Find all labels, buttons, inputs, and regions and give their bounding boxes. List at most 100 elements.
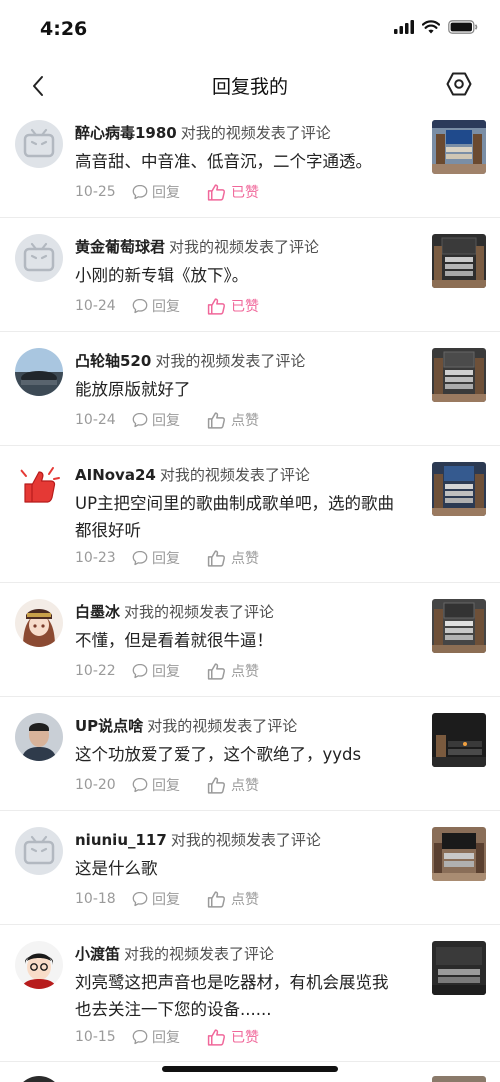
meta-row: 10-25 回复 已赞 (75, 181, 259, 203)
reply-button[interactable]: 回复 (132, 410, 207, 430)
date: 10-24 (75, 298, 116, 314)
tv-avatar-icon[interactable] (15, 234, 63, 282)
like-button[interactable]: 已赞 (207, 182, 259, 202)
video-thumbnail[interactable] (432, 827, 486, 881)
video-thumbnail[interactable] (432, 599, 486, 653)
reply-button[interactable]: 回复 (132, 661, 207, 681)
username[interactable]: AINova24 (75, 466, 156, 484)
comment-icon (132, 412, 148, 428)
reply-label: 回复 (152, 1030, 180, 1046)
list-item[interactable]: 白墨冰 对我的视频发表了评论 不懂，但是看着就很牛逼！ 10-22 回复 点赞 (0, 583, 500, 697)
thumbs-up-icon (207, 183, 226, 201)
list-item[interactable]: UP说点啥 对我的视频发表了评论 这个功放爱了爱了，这个歌绝了，yyds 10-2… (0, 697, 500, 811)
reply-button[interactable]: 回复 (132, 296, 207, 316)
list-item[interactable]: 醉心病毒1980 对我的视频发表了评论 高音甜、中音准、低音沉，二个字通透。 10… (0, 110, 500, 218)
video-thumbnail[interactable] (432, 713, 486, 767)
date: 10-20 (75, 777, 116, 793)
username[interactable]: UP说点啥 (75, 717, 143, 735)
username[interactable]: 醉心病毒1980 (75, 124, 177, 142)
reply-button[interactable]: 回复 (132, 775, 207, 795)
comment-icon (132, 184, 148, 200)
meta-row: 10-23 回复 点赞 (75, 547, 259, 569)
reply-label: 回复 (152, 664, 180, 680)
meta-row: 10-24 回复 点赞 (75, 409, 259, 431)
list-item[interactable]: AINova24 对我的视频发表了评论 UP主把空间里的歌曲制成歌单吧，选的歌曲 … (0, 446, 500, 583)
action-text: 对我的视频发表了评论 (159, 466, 310, 484)
cartoon-avatar[interactable] (15, 941, 63, 989)
like-label: 已赞 (231, 1030, 259, 1046)
meta-row: 10-20 回复 点赞 (75, 774, 259, 796)
status-bar: 4:26 (0, 0, 500, 60)
date: 10-22 (75, 663, 116, 679)
comment-icon (132, 891, 148, 907)
video-thumbnail[interactable] (432, 941, 486, 995)
home-indicator[interactable] (162, 1066, 338, 1072)
like-button[interactable]: 已赞 (207, 1027, 259, 1047)
video-thumbnail[interactable] (432, 120, 486, 174)
thumbs-up-icon (207, 890, 226, 908)
comment-text: 不懂，但是看着就很牛逼！ (75, 631, 273, 650)
photo-avatar[interactable] (15, 1076, 63, 1082)
list-item[interactable]: 黄金葡萄球君 对我的视频发表了评论 小刚的新专辑《放下》。 10-24 回复 已赞 (0, 218, 500, 332)
list-item[interactable]: 小渡笛 对我的视频发表了评论 刘亮鹭这把声音也是吃器材，有机会展览我 也去关注一下… (0, 925, 500, 1062)
like-label: 已赞 (231, 299, 259, 315)
reply-button[interactable]: 回复 (132, 1027, 207, 1047)
meta-row: 10-22 回复 点赞 (75, 660, 259, 682)
like-button[interactable]: 点赞 (207, 410, 259, 430)
comment-text: 能放原版就好了 (75, 380, 191, 399)
like-label: 点赞 (231, 664, 259, 680)
username[interactable]: 黄金葡萄球君 (75, 238, 165, 256)
comment-text: 高音甜、中音准、低音沉，二个字通透。 (75, 152, 372, 171)
list-item[interactable]: niuniu_117 对我的视频发表了评论 这是什么歌 10-18 回复 点赞 (0, 811, 500, 925)
photo-avatar[interactable] (15, 348, 63, 396)
status-icons (394, 20, 478, 34)
list-item[interactable] (0, 1062, 500, 1082)
like-label: 点赞 (231, 892, 259, 908)
reply-label: 回复 (152, 892, 180, 908)
like-button[interactable]: 点赞 (207, 775, 259, 795)
signal-icon (394, 20, 414, 34)
meta-row: 10-18 回复 点赞 (75, 888, 259, 910)
anime-avatar[interactable] (15, 599, 63, 647)
thumbs-up-avatar[interactable] (15, 462, 63, 510)
thumbs-up-icon (207, 411, 226, 429)
reply-button[interactable]: 回复 (132, 182, 207, 202)
date: 10-24 (75, 412, 116, 428)
reply-label: 回复 (152, 551, 180, 567)
meta-row: 10-15 回复 已赞 (75, 1026, 259, 1048)
thumbs-up-icon (207, 1028, 226, 1046)
date: 10-23 (75, 550, 116, 566)
tv-avatar-icon[interactable] (15, 827, 63, 875)
list-item[interactable]: 凸轮轴520 对我的视频发表了评论 能放原版就好了 10-24 回复 点赞 (0, 332, 500, 446)
photo-avatar[interactable] (15, 713, 63, 761)
reply-label: 回复 (152, 778, 180, 794)
tv-avatar-icon[interactable] (15, 120, 63, 168)
video-thumbnail[interactable] (432, 348, 486, 402)
video-thumbnail[interactable] (432, 462, 486, 516)
video-thumbnail[interactable] (432, 1076, 486, 1082)
thumbs-up-icon (207, 776, 226, 794)
username[interactable]: 凸轮轴520 (75, 352, 151, 370)
comment-text: 刘亮鹭这把声音也是吃器材，有机会展览我 也去关注一下您的设备...... (75, 973, 389, 1019)
like-button[interactable]: 点赞 (207, 889, 259, 909)
reply-button[interactable]: 回复 (132, 889, 207, 909)
comment-icon (132, 550, 148, 566)
like-button[interactable]: 已赞 (207, 296, 259, 316)
settings-button[interactable] (444, 69, 474, 99)
username[interactable]: niuniu_117 (75, 831, 167, 849)
action-text: 对我的视频发表了评论 (170, 831, 321, 849)
username[interactable]: 小渡笛 (75, 945, 120, 963)
like-label: 点赞 (231, 778, 259, 794)
like-button[interactable]: 点赞 (207, 548, 259, 568)
battery-icon (448, 20, 478, 34)
comment-text: 小刚的新专辑《放下》。 (75, 266, 249, 285)
reply-button[interactable]: 回复 (132, 548, 207, 568)
page-title: 回复我的 (211, 76, 288, 98)
username[interactable]: 白墨冰 (75, 603, 120, 621)
date: 10-25 (75, 184, 116, 200)
like-button[interactable]: 点赞 (207, 661, 259, 681)
hexagon-settings-icon (446, 72, 472, 96)
comment-icon (132, 777, 148, 793)
action-text: 对我的视频发表了评论 (147, 717, 298, 735)
video-thumbnail[interactable] (432, 234, 486, 288)
